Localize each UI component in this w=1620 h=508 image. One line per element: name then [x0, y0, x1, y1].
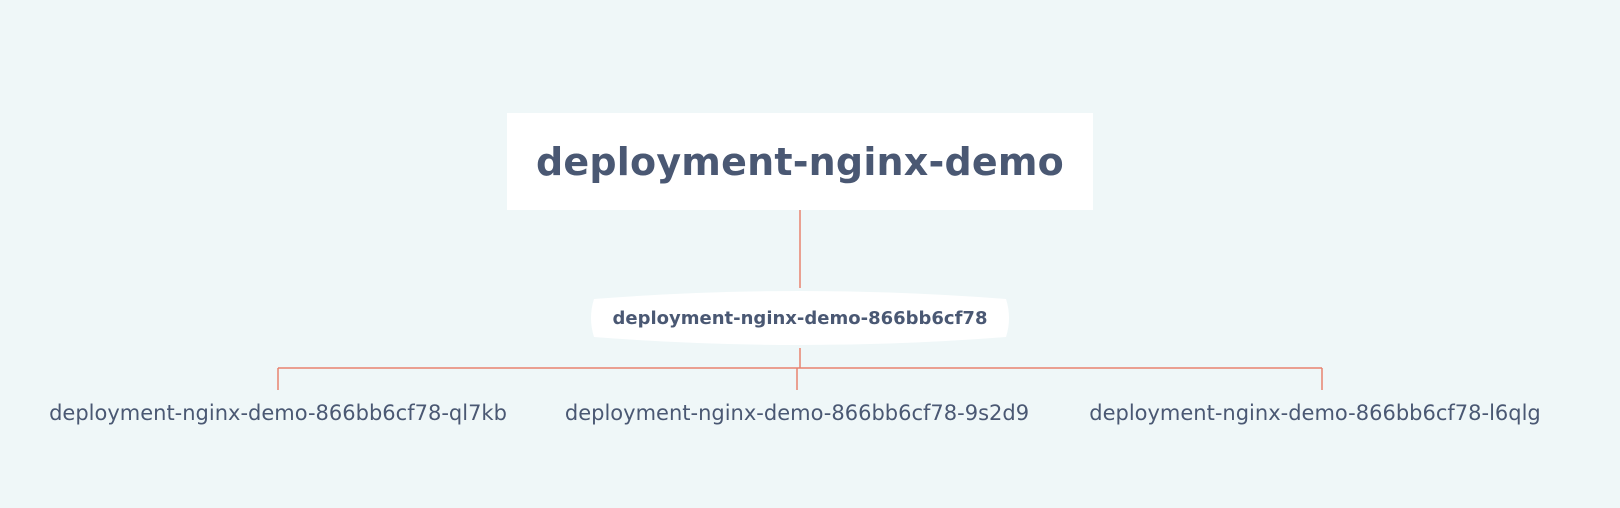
deployment-node[interactable]: deployment-nginx-demo [507, 113, 1093, 210]
replicaset-node-label: deployment-nginx-demo-866bb6cf78 [612, 307, 988, 329]
pod-node-3[interactable]: deployment-nginx-demo-866bb6cf78-l6qlg [1055, 398, 1575, 428]
replicaset-node[interactable]: deployment-nginx-demo-866bb6cf78 [588, 287, 1012, 349]
pod-node-1[interactable]: deployment-nginx-demo-866bb6cf78-ql7kb [18, 398, 538, 428]
pod-node-2[interactable]: deployment-nginx-demo-866bb6cf78-9s2d9 [537, 398, 1057, 428]
deployment-node-label: deployment-nginx-demo [536, 139, 1064, 184]
connector-lines [277, 210, 1323, 390]
